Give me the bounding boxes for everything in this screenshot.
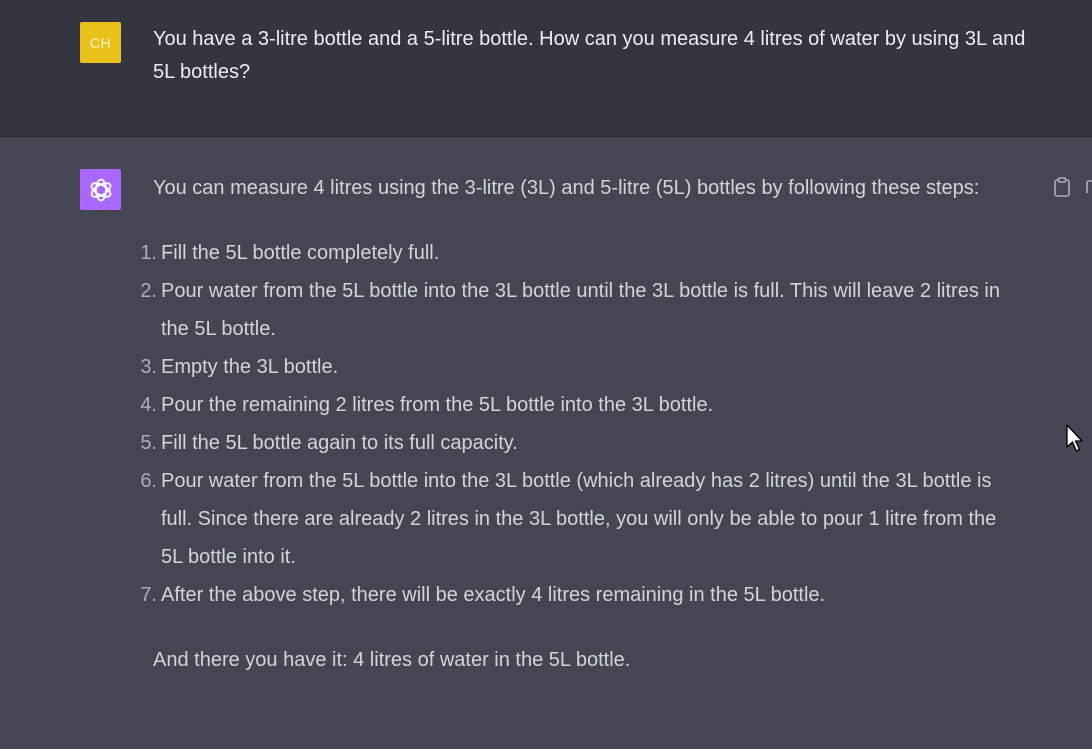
step-text: Pour water from the 5L bottle into the 3… [161,280,1000,340]
user-avatar-initials: CH [89,34,112,51]
step-number: 3. [140,356,157,378]
step-number: 2. [140,280,157,302]
step-number: 4. [140,394,157,416]
step-number: 6. [140,470,157,492]
user-message-row: CH You have a 3-litre bottle and a 5-lit… [0,0,1092,137]
step-text: Pour water from the 5L bottle into the 3… [161,470,997,568]
step-number: 1. [140,242,157,264]
step-item: 6. Pour water from the 5L bottle into the… [140,462,1013,576]
step-item: 5. Fill the 5L bottle again to its full c… [140,424,1013,462]
step-item: 4. Pour the remaining 2 litres from the 5… [140,386,1013,424]
copy-button[interactable] [1052,177,1072,197]
step-number: 5. [140,432,157,454]
assistant-message-text: You can measure 4 litres using the 3-lit… [140,169,1013,679]
step-text: Empty the 3L bottle. [161,356,339,378]
mouse-cursor-icon [1065,424,1085,454]
assistant-message-row: You can measure 4 litres using the 3-lit… [0,137,1092,749]
step-text: After the above step, there will be exac… [161,584,826,606]
clipboard-icon [1054,177,1070,197]
step-item: 3. Empty the 3L bottle. [140,348,1013,386]
step-text: Pour the remaining 2 litres from the 5L … [161,394,714,416]
user-message-text: You have a 3-litre bottle and a 5-litre … [153,28,1026,83]
thumbs-icon[interactable] [1086,179,1092,197]
step-text: Fill the 5L bottle again to its full cap… [161,432,518,454]
assistant-intro: You can measure 4 litres using the 3-lit… [153,177,980,199]
steps-list: 1. Fill the 5L bottle completely full. 2.… [140,234,1013,614]
step-item: 1. Fill the 5L bottle completely full. [140,234,1013,272]
step-text: Fill the 5L bottle completely full. [161,242,440,264]
step-item: 7. After the above step, there will be ex… [140,576,1013,614]
assistant-avatar [80,169,121,210]
assistant-outro: And there you have it: 4 litres of water… [153,649,631,671]
user-avatar: CH [80,22,121,63]
step-number: 7. [140,584,157,606]
step-item: 2. Pour water from the 5L bottle into the… [140,272,1013,348]
openai-logo-icon [90,178,111,201]
